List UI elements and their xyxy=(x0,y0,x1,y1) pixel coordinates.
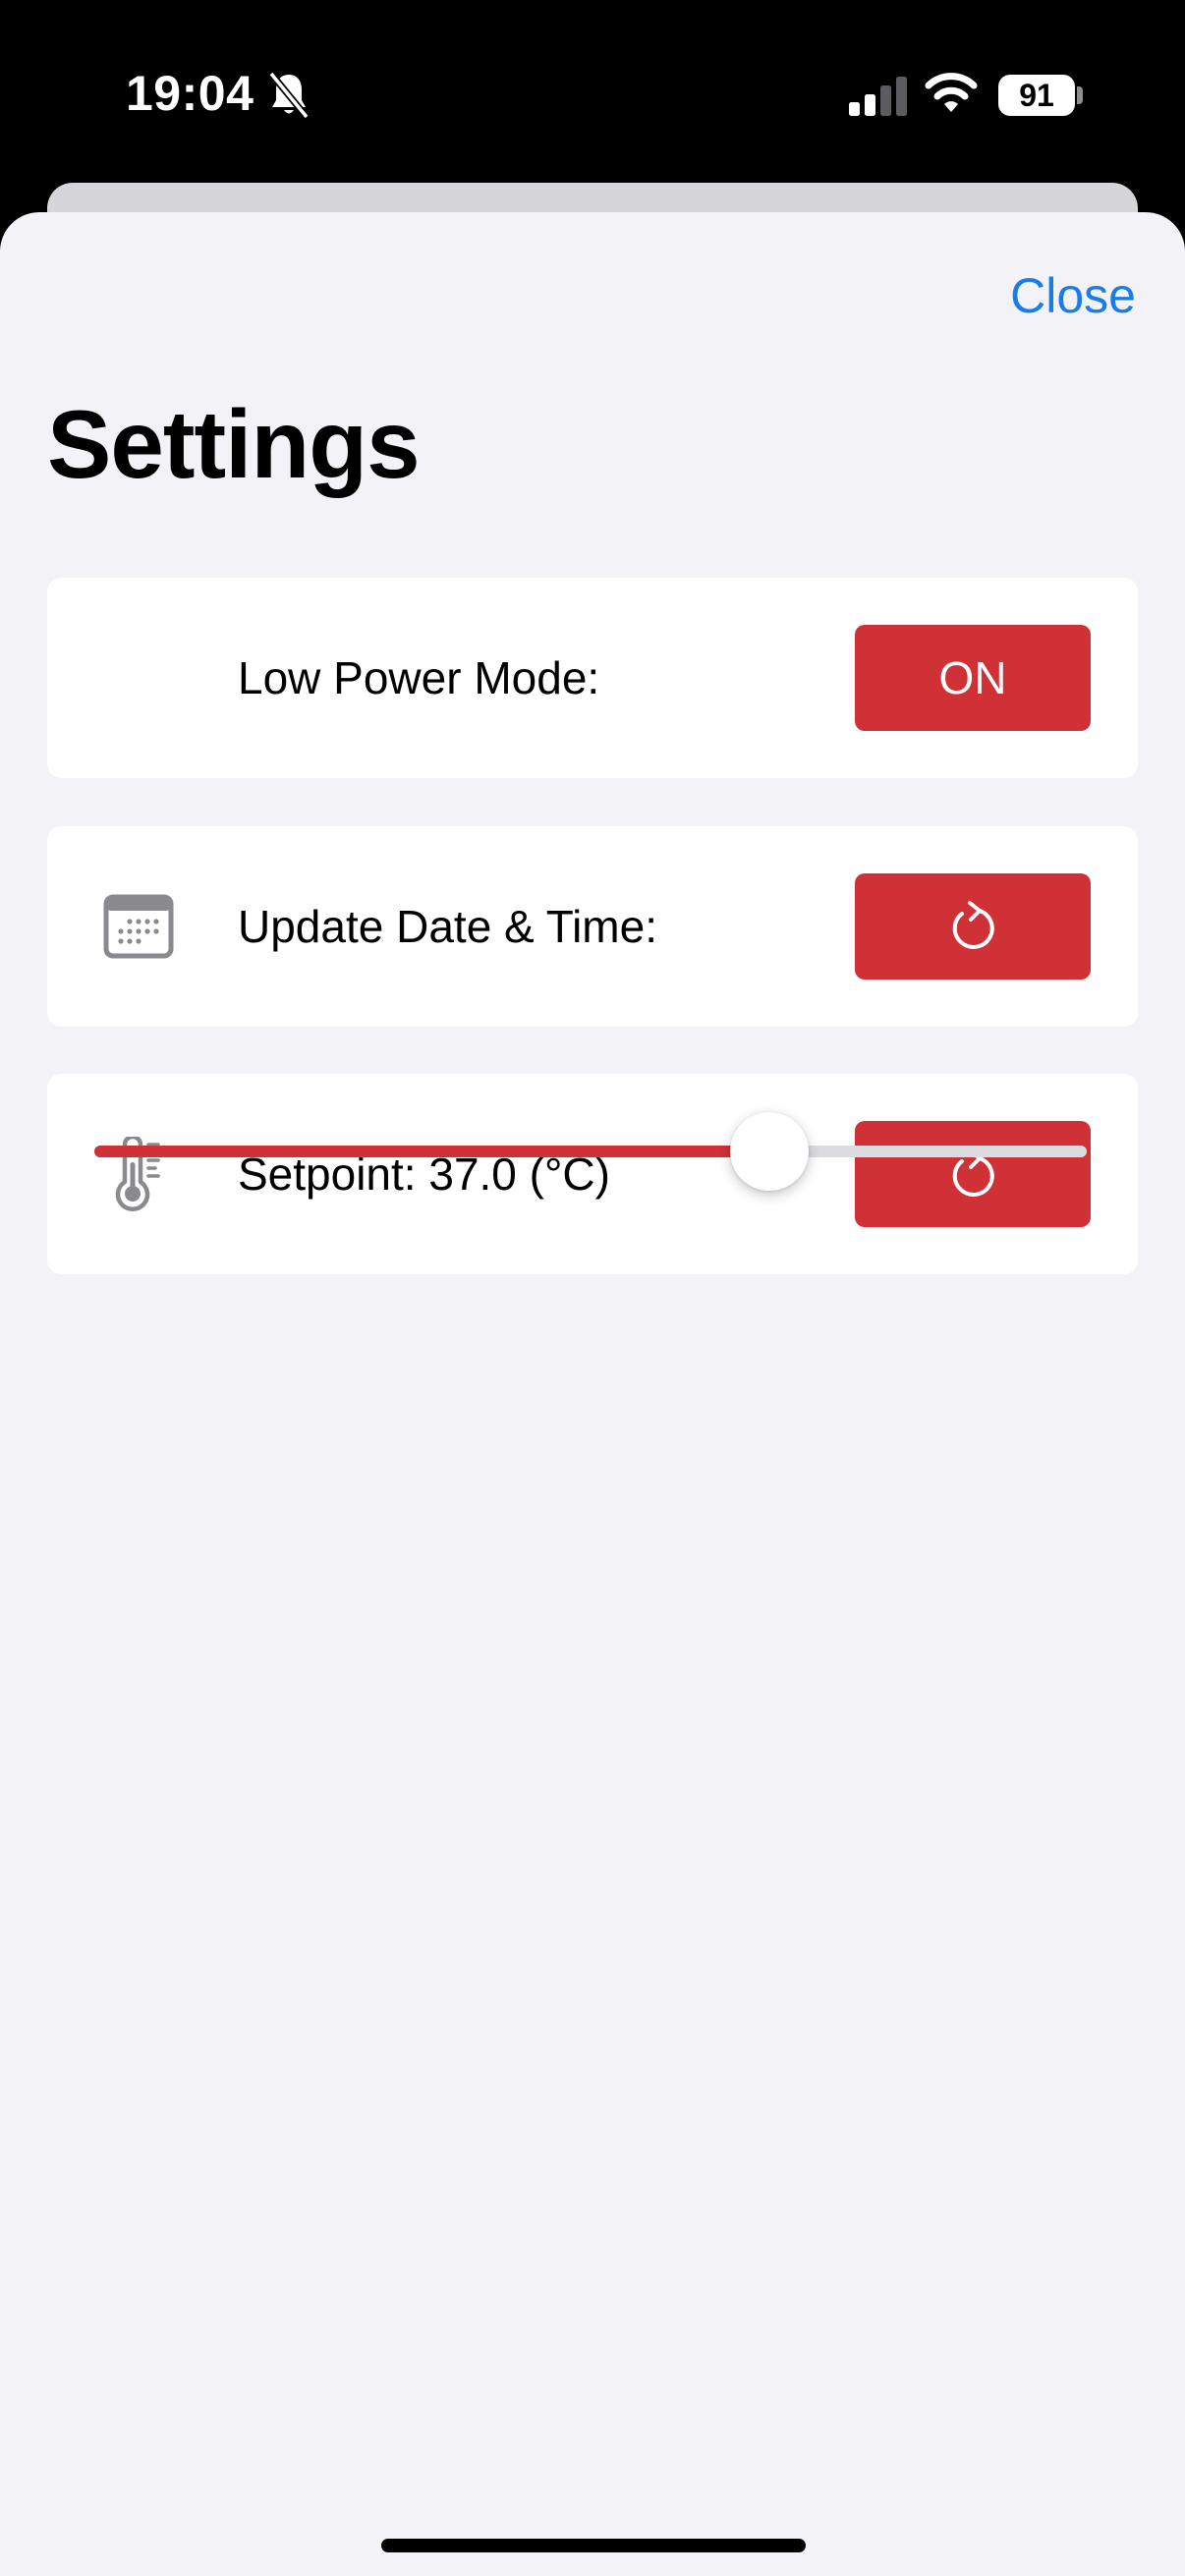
calendar-icon xyxy=(103,894,174,959)
update-date-time-row: Update Date & Time: xyxy=(47,826,1138,1027)
home-indicator xyxy=(381,2539,806,2552)
update-date-time-button[interactable] xyxy=(855,873,1091,980)
refresh-icon xyxy=(952,901,994,949)
battery-cap xyxy=(1077,86,1083,104)
bell-slash-icon xyxy=(268,71,310,120)
low-power-mode-row: Low Power Mode: ON xyxy=(47,578,1138,778)
status-bar: 19:04 91 xyxy=(0,0,1185,187)
update-date-time-label: Update Date & Time: xyxy=(238,901,657,952)
status-time: 19:04 xyxy=(126,66,254,121)
low-power-mode-label: Low Power Mode: xyxy=(238,652,600,703)
wifi-icon xyxy=(925,73,978,112)
close-button[interactable]: Close xyxy=(1010,267,1136,324)
low-power-toggle-button[interactable]: ON xyxy=(855,625,1091,731)
slider-thumb[interactable] xyxy=(729,1112,809,1191)
cellular-signal-icon xyxy=(849,77,907,116)
low-power-toggle-label: ON xyxy=(938,652,1007,703)
page-title: Settings xyxy=(47,390,421,498)
battery-icon: 91 xyxy=(998,75,1075,116)
setpoint-slider[interactable] xyxy=(94,1112,1091,1191)
slider-fill xyxy=(94,1146,769,1157)
settings-sheet: Close Settings Low Power Mode: ON Update… xyxy=(0,212,1185,2576)
